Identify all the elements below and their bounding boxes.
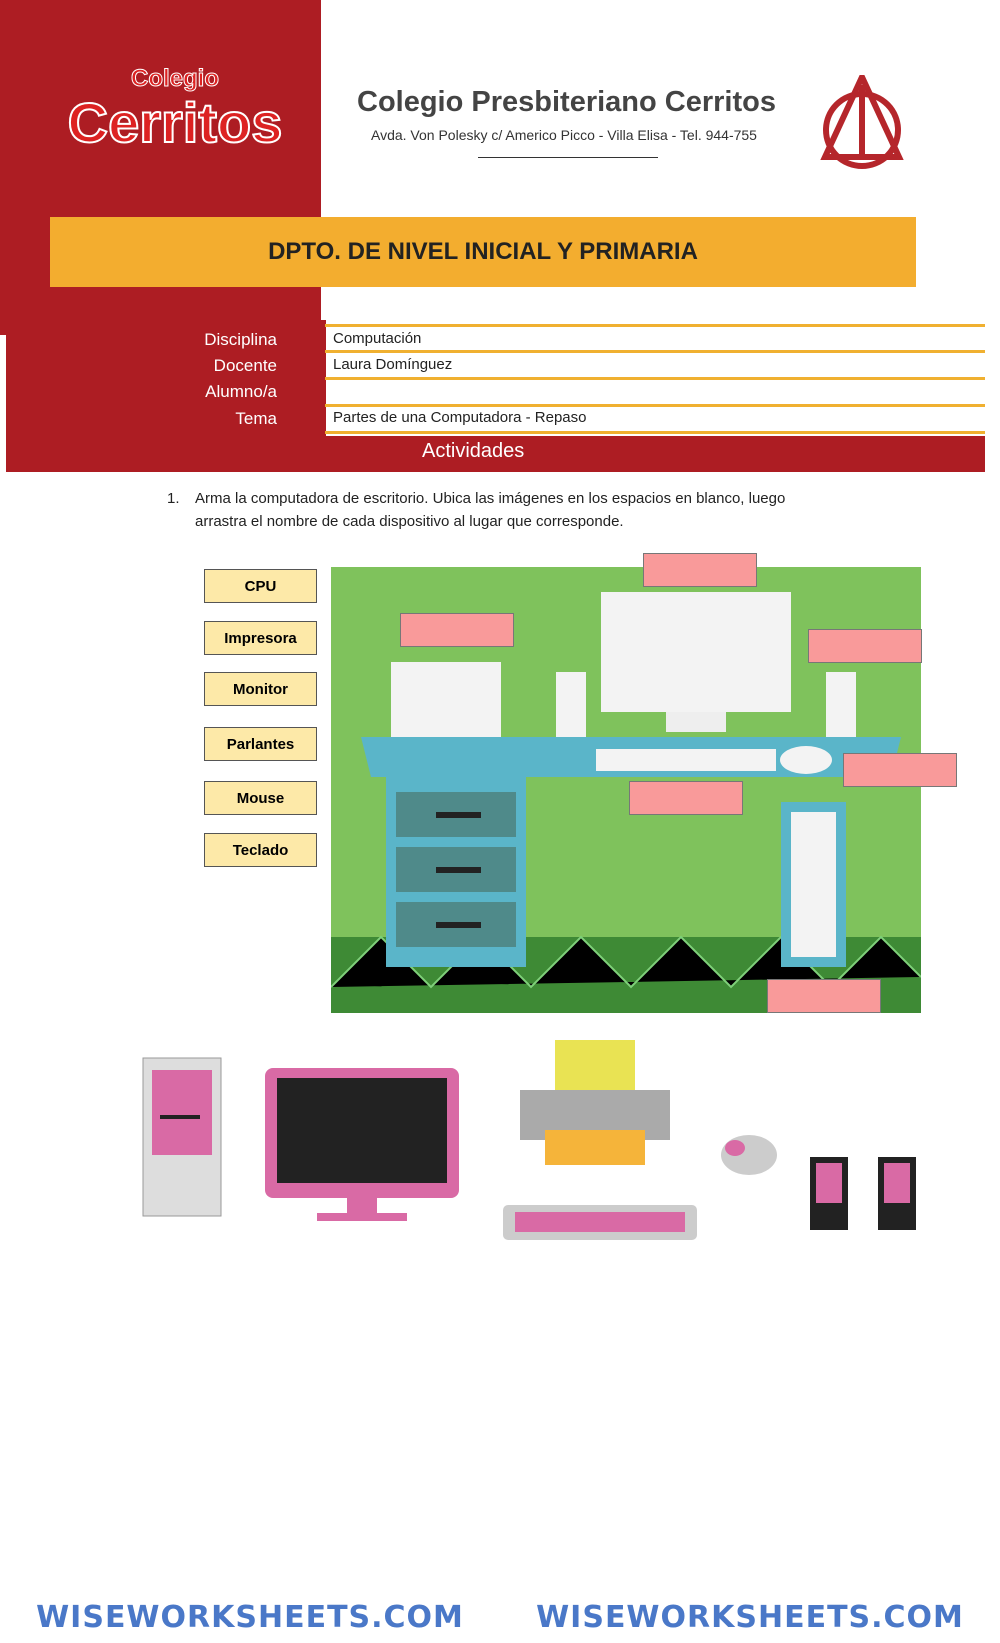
instruction-line1: Arma la computadora de escritorio. Ubica…	[195, 490, 786, 507]
draggable-printer-image[interactable]	[515, 1035, 680, 1170]
field-value-disciplina: Computación	[333, 330, 422, 347]
field-label-alumno: Alumno/a	[205, 382, 277, 401]
field-line	[325, 350, 985, 353]
word-impresora[interactable]: Impresora	[204, 621, 317, 655]
drop-zone-speaker[interactable]	[808, 629, 922, 663]
draggable-cpu-image[interactable]	[140, 1055, 225, 1220]
word-mouse[interactable]: Mouse	[204, 781, 317, 815]
school-address: Avda. Von Polesky c/ Americo Picco - Vil…	[371, 127, 757, 143]
draggable-monitor-image[interactable]	[262, 1065, 462, 1225]
presbyterian-emblem-icon	[820, 75, 904, 169]
draggable-keyboard-image[interactable]	[500, 1200, 700, 1245]
field-label-disciplina: Disciplina	[204, 330, 277, 349]
footer-watermark: WISEWORKSHEETS.COM WISEWORKSHEETS.COM	[36, 1600, 964, 1635]
instruction-line2: arrastra el nombre de cada dispositivo a…	[195, 513, 624, 530]
field-line	[325, 324, 985, 327]
field-value-docente: Laura Domínguez	[333, 356, 453, 373]
draggable-mouse-image[interactable]	[717, 1130, 782, 1180]
drop-zone-printer[interactable]	[400, 613, 514, 647]
drop-zone-monitor[interactable]	[643, 553, 757, 587]
word-cpu[interactable]: CPU	[204, 569, 317, 603]
field-line	[325, 404, 985, 407]
drop-zone-keyboard[interactable]	[629, 781, 743, 815]
school-name: Colegio Presbiteriano Cerritos	[357, 86, 776, 118]
school-logo: Colegio Cerritos	[67, 65, 284, 154]
drop-zone-cpu[interactable]	[767, 979, 881, 1013]
word-parlantes[interactable]: Parlantes	[204, 727, 317, 761]
divider	[478, 157, 658, 158]
section-title: Actividades	[422, 440, 525, 462]
field-label-tema: Tema	[235, 409, 277, 428]
word-monitor[interactable]: Monitor	[204, 672, 317, 706]
field-line	[325, 431, 985, 434]
word-teclado[interactable]: Teclado	[204, 833, 317, 867]
drop-zone-mouse[interactable]	[843, 753, 957, 787]
department-banner: DPTO. DE NIVEL INICIAL Y PRIMARIA	[50, 217, 916, 287]
field-label-docente: Docente	[213, 356, 277, 375]
draggable-speakers-image[interactable]	[808, 1155, 918, 1235]
field-line	[325, 377, 985, 380]
field-value-tema: Partes de una Computadora - Repaso	[333, 409, 587, 426]
instruction-number: 1.	[167, 490, 180, 507]
